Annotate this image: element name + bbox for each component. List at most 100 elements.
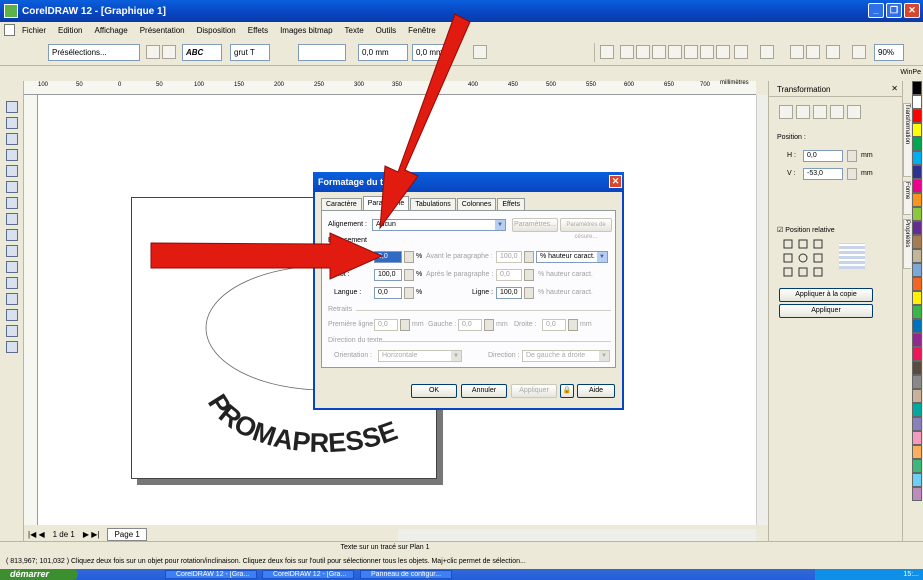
- eyedropper-tool-icon[interactable]: [6, 293, 18, 305]
- page-tab[interactable]: Page 1: [107, 527, 147, 541]
- position-mode-icon[interactable]: [779, 105, 793, 119]
- color-swatch[interactable]: [912, 291, 922, 305]
- color-swatch[interactable]: [912, 487, 922, 501]
- paste-icon[interactable]: [716, 45, 730, 59]
- rectangle-tool-icon[interactable]: [6, 197, 18, 209]
- direction-dropdown[interactable]: De gauche à droite ▼: [522, 350, 610, 362]
- add-preset-icon[interactable]: [146, 45, 160, 59]
- color-swatch[interactable]: [912, 375, 922, 389]
- color-swatch[interactable]: [912, 333, 922, 347]
- task-coreldraw-1[interactable]: CorelDRAW 12 - [Gra...: [165, 570, 257, 579]
- v-spinner[interactable]: [847, 168, 857, 180]
- minimize-button[interactable]: _: [868, 3, 884, 18]
- language-spacing-spinner[interactable]: [404, 287, 414, 299]
- word-spacing-spinner[interactable]: [404, 269, 414, 281]
- save-icon[interactable]: [652, 45, 666, 59]
- application-launcher-icon[interactable]: [826, 45, 840, 59]
- color-swatch[interactable]: [912, 221, 922, 235]
- color-swatch[interactable]: [912, 109, 922, 123]
- undo-icon[interactable]: [734, 45, 748, 59]
- char-spacing-field[interactable]: 0,0: [374, 251, 402, 263]
- v-position-field[interactable]: -53,0: [803, 168, 843, 180]
- restore-button[interactable]: ❐: [886, 3, 902, 18]
- horizontal-ruler[interactable]: 100 50 0 50 100 150 200 250 300 350 400 …: [24, 80, 756, 95]
- vertical-ruler[interactable]: [24, 95, 38, 525]
- apply-dialog-button[interactable]: Appliquer: [511, 384, 557, 398]
- dialog-close-button[interactable]: ✕: [609, 175, 622, 188]
- relative-position-checkbox[interactable]: ☑ Position relative: [777, 226, 835, 234]
- color-swatch[interactable]: [912, 193, 922, 207]
- first-line-field[interactable]: 0,0: [374, 319, 398, 331]
- alignment-dropdown[interactable]: Aucun ▼: [372, 219, 506, 231]
- color-swatch[interactable]: [912, 165, 922, 179]
- language-spacing-field[interactable]: 0,0: [374, 287, 402, 299]
- char-spacing-spinner[interactable]: [404, 251, 414, 263]
- offset-field[interactable]: 0,0 mm: [412, 44, 452, 61]
- rotate-mode-icon[interactable]: [796, 105, 810, 119]
- word-spacing-field[interactable]: 100,0: [374, 269, 402, 281]
- color-swatch[interactable]: [912, 81, 922, 95]
- cancel-button[interactable]: Annuler: [461, 384, 507, 398]
- title-bar[interactable]: CorelDRAW 12 - [Graphique 1] _ ❐ ✕: [0, 0, 923, 22]
- tab-caractere[interactable]: Caractère: [321, 198, 362, 210]
- tab-paragraphe[interactable]: Paragraphe: [362, 196, 410, 210]
- color-swatch[interactable]: [912, 417, 922, 431]
- color-swatch[interactable]: [912, 95, 922, 109]
- after-paragraph-spinner[interactable]: [524, 269, 534, 281]
- menu-images-bitmap[interactable]: Images bitmap: [280, 26, 332, 35]
- basic-shapes-tool-icon[interactable]: [6, 245, 18, 257]
- menu-aide[interactable]: Aide: [448, 26, 464, 35]
- smart-fill-tool-icon[interactable]: [6, 181, 18, 193]
- cut-icon[interactable]: [684, 45, 698, 59]
- remove-preset-icon[interactable]: [162, 45, 176, 59]
- distance-field[interactable]: 0,0 mm: [358, 44, 408, 61]
- color-swatch[interactable]: [912, 123, 922, 137]
- zoom-tool-icon[interactable]: [6, 149, 18, 161]
- first-line-spinner[interactable]: [400, 319, 410, 331]
- tab-colonnes[interactable]: Colonnes: [456, 198, 497, 210]
- color-swatch[interactable]: [912, 179, 922, 193]
- h-position-field[interactable]: 0,0: [803, 150, 843, 162]
- import-icon[interactable]: [790, 45, 804, 59]
- curve-style-dropdown[interactable]: [298, 44, 346, 61]
- tab-effets[interactable]: Effets: [497, 198, 526, 210]
- next-page-button[interactable]: ▶ ▶|: [83, 530, 100, 539]
- anchor-grid[interactable]: [783, 239, 825, 277]
- color-swatch[interactable]: [912, 319, 922, 333]
- left-indent-field[interactable]: 0,0: [458, 319, 482, 331]
- color-swatch[interactable]: [912, 431, 922, 445]
- color-swatch[interactable]: [912, 249, 922, 263]
- horizontal-scrollbar[interactable]: [398, 529, 756, 541]
- text-tool-icon[interactable]: [6, 261, 18, 273]
- color-swatch[interactable]: [912, 459, 922, 473]
- export-icon[interactable]: [806, 45, 820, 59]
- polygon-tool-icon[interactable]: [6, 229, 18, 241]
- interactive-fill-tool-icon[interactable]: [6, 341, 18, 353]
- hyphenation-button[interactable]: Paramètres de césure...: [560, 218, 612, 240]
- color-swatch[interactable]: [912, 389, 922, 403]
- right-indent-field[interactable]: 0,0: [542, 319, 566, 331]
- color-swatch[interactable]: [912, 151, 922, 165]
- color-swatch[interactable]: [912, 277, 922, 291]
- print-icon[interactable]: [668, 45, 682, 59]
- color-swatch[interactable]: [912, 347, 922, 361]
- menu-edition[interactable]: Edition: [58, 26, 82, 35]
- open-file-icon[interactable]: [636, 45, 650, 59]
- task-coreldraw-2[interactable]: CorelDRAW 12 - [Gra...: [262, 570, 354, 579]
- dialog-title-bar[interactable]: Formatage du texte ✕: [313, 172, 624, 192]
- preset-dropdown[interactable]: Présélections...: [48, 44, 140, 61]
- after-paragraph-field[interactable]: 0,0: [496, 269, 522, 281]
- vertical-scrollbar[interactable]: [756, 95, 768, 525]
- menu-disposition[interactable]: Disposition: [197, 26, 236, 35]
- pick-tool-icon[interactable]: [6, 101, 18, 113]
- left-indent-spinner[interactable]: [484, 319, 494, 331]
- line-spacing-field[interactable]: 100,0: [496, 287, 522, 299]
- crop-tool-icon[interactable]: [6, 133, 18, 145]
- task-control-panel[interactable]: Panneau de configur...: [360, 570, 452, 579]
- h-spinner[interactable]: [847, 150, 857, 162]
- apply-button[interactable]: Appliquer: [779, 304, 873, 318]
- before-unit-dropdown[interactable]: % hauteur caract. ▼: [536, 251, 608, 263]
- right-indent-spinner[interactable]: [568, 319, 578, 331]
- zoom-dropdown[interactable]: 90%: [874, 44, 904, 61]
- color-palette[interactable]: [911, 81, 923, 541]
